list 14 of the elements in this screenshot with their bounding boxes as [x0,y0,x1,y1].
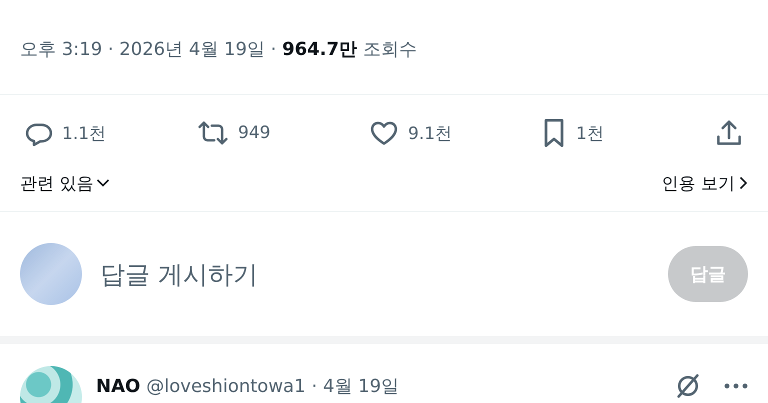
view-quotes-link[interactable]: 인용 보기 [662,172,748,194]
chevron-right-icon [738,176,748,190]
reply-input-field[interactable]: 답글 게시하기 [98,240,668,308]
chevron-down-icon [96,178,110,188]
count-label: 1.1천 [62,122,106,144]
count-label: 9.1천 [408,122,452,144]
timestamp-views: 오후 3:19 · 2026년 4월 19일 · 964.7만 조회수 [20,38,418,62]
post-date[interactable]: · 4월 19일 [312,374,400,398]
user-handle[interactable]: @loveshiontowa1 [146,376,306,397]
related-toggle[interactable]: 관련 있음 [20,172,110,194]
count-label: 1천 [576,122,604,144]
count-label: 949 [238,123,270,143]
display-name[interactable]: NAO [96,376,140,397]
more-icon[interactable] [724,382,748,390]
